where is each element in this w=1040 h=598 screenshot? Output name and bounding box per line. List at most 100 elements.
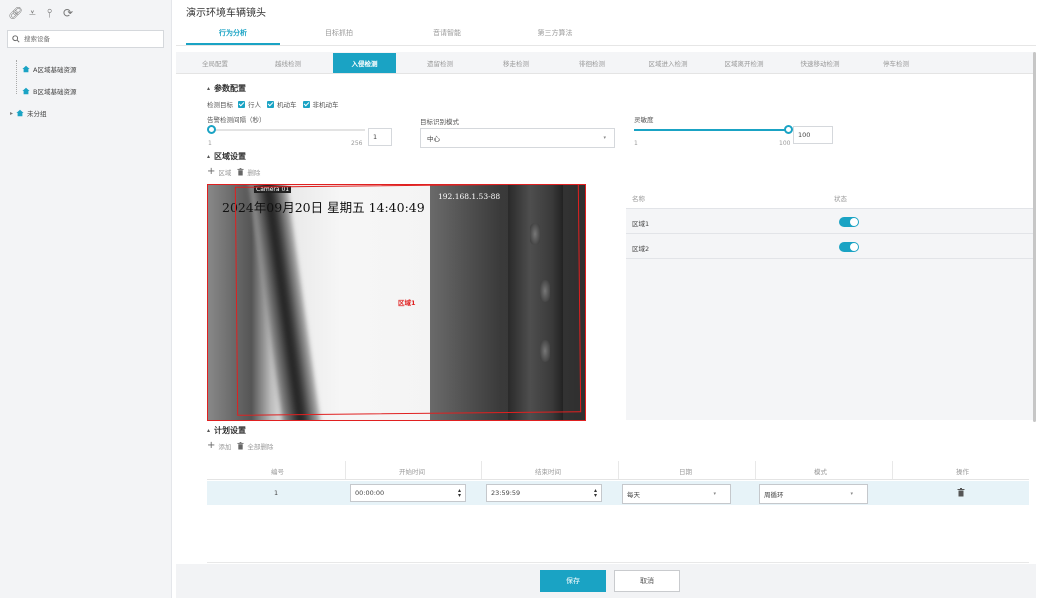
schedule-index: 1 <box>274 489 279 497</box>
delete-row-trash-icon[interactable] <box>957 488 965 497</box>
link-icon[interactable]: 🔗︎ <box>8 6 23 20</box>
params-section-title[interactable]: ▴ 参数配置 <box>207 83 246 94</box>
time-spinner-icon[interactable]: ▴ ▾ <box>458 488 461 499</box>
section-title-text: 计划设置 <box>214 426 247 435</box>
device-sidebar: 🔗︎ ⩡ ⫯ ⟳ A区域基础资源 B区域基础资源 ▸ 未分组 <box>0 0 172 598</box>
alarm-interval-input[interactable]: 1 <box>368 128 392 146</box>
collapse-triangle-icon[interactable]: ▴ <box>207 427 210 434</box>
tab-target-capture[interactable]: 目标抓拍 <box>292 28 386 44</box>
start-time-value: 00:00:00 <box>355 489 385 497</box>
start-time-input[interactable]: 00:00:00 ▴ ▾ <box>350 484 466 502</box>
device-search-box[interactable] <box>7 30 164 48</box>
scrollbar[interactable] <box>1033 52 1036 422</box>
zone-status-header: 状态 <box>834 195 847 203</box>
target-motor-vehicle-label: 机动车 <box>277 101 297 109</box>
sensitivity-input[interactable]: 100 <box>793 126 833 144</box>
col-date-header: 日期 <box>679 468 692 476</box>
column-divider <box>481 461 482 479</box>
tab-third-party-algorithm[interactable]: 第三方算法 <box>508 28 602 44</box>
tab-behavior-analysis[interactable]: 行为分析 <box>186 28 280 44</box>
checkbox-pedestrian[interactable] <box>238 100 245 108</box>
date-select-value: 每天 <box>627 491 640 499</box>
subtab-object-removed[interactable]: 移走检测 <box>484 53 548 73</box>
end-time-input[interactable]: 23:59:59 ▴ ▾ <box>486 484 602 502</box>
home-icon <box>22 87 30 95</box>
checkbox-motor-vehicle[interactable] <box>267 100 274 108</box>
add-schedule-button[interactable]: 添加 <box>218 441 231 451</box>
add-region-button[interactable]: 区域 <box>218 167 231 177</box>
sensitivity-label: 灵敏度 <box>634 116 654 124</box>
sensitivity-slider[interactable] <box>634 125 793 134</box>
tree-item-a-region[interactable]: A区域基础资源 <box>22 63 76 75</box>
subtab-loitering[interactable]: 徘徊检测 <box>560 53 624 73</box>
region-actions: + 区域 删除 <box>207 166 260 177</box>
tab-audio-intelligence[interactable]: 音请智能 <box>400 28 494 44</box>
time-spinner-icon[interactable]: ▴ ▾ <box>594 488 597 499</box>
zone-row-1[interactable]: 区域1 <box>626 210 1034 234</box>
trash-icon[interactable] <box>237 441 244 450</box>
plus-icon[interactable]: + <box>207 166 215 177</box>
cancel-button[interactable]: 取消 <box>614 570 680 592</box>
refresh-icon[interactable]: ⟳ <box>63 6 73 20</box>
tree-item-label: A区域基础资源 <box>33 66 77 74</box>
column-divider <box>755 461 756 479</box>
save-button[interactable]: 保存 <box>540 570 606 592</box>
date-select[interactable]: 每天 ▾ <box>622 484 731 504</box>
trash-icon[interactable] <box>237 167 244 176</box>
mode-select-value: 周循环 <box>764 491 784 499</box>
zone-1-status-toggle[interactable] <box>839 217 859 227</box>
subtab-global-config[interactable]: 全局配置 <box>184 53 246 73</box>
filter-icon[interactable]: ⩡ <box>29 6 36 20</box>
subtab-left-object[interactable]: 遗留检测 <box>408 53 472 73</box>
collapse-triangle-icon[interactable]: ▴ <box>207 153 210 160</box>
org-tree-icon[interactable]: ⫯ <box>47 6 52 20</box>
subtab-region-exit[interactable]: 区域离开检测 <box>712 53 776 73</box>
recognition-mode-select[interactable]: 中心 ▾ <box>420 128 615 148</box>
alarm-interval-slider[interactable] <box>207 125 365 134</box>
collapse-triangle-icon[interactable]: ▴ <box>207 85 210 92</box>
col-mode-header: 模式 <box>814 468 827 476</box>
region-section-title[interactable]: ▴ 区域设置 <box>207 151 246 162</box>
subtab-fast-moving[interactable]: 快速移动检测 <box>788 53 852 73</box>
device-search-input[interactable] <box>24 35 154 43</box>
sensitivity-handle[interactable] <box>784 125 793 134</box>
tree-item-ungrouped[interactable]: ▸ 未分组 <box>10 107 47 119</box>
plus-icon[interactable]: + <box>207 440 215 451</box>
schedule-row[interactable]: 1 00:00:00 ▴ ▾ 23:59:59 ▴ ▾ 每天 ▾ 周循环 ▾ <box>207 481 1029 505</box>
tree-item-label: 未分组 <box>27 110 47 118</box>
col-start-header: 开始时间 <box>399 468 425 476</box>
end-time-value: 23:59:59 <box>491 489 521 497</box>
checkbox-non-motor-vehicle[interactable] <box>302 100 310 108</box>
subtab-parking[interactable]: 停车检测 <box>864 53 928 73</box>
schedule-bottom-line <box>207 562 1029 563</box>
tree-item-label: B区域基础资源 <box>33 88 77 96</box>
chevron-right-icon[interactable]: ▸ <box>10 110 13 117</box>
video-preview[interactable]: Camera 01 2024年09月20日 星期五 14:40:49 192.1… <box>207 184 586 421</box>
subtab-intrusion[interactable]: 入侵检测 <box>333 53 396 73</box>
subtab-line-crossing[interactable]: 越线检测 <box>256 53 320 73</box>
delete-region-button[interactable]: 删除 <box>247 167 260 177</box>
zone-2-status-toggle[interactable] <box>839 242 859 252</box>
recognition-mode-value: 中心 <box>427 135 440 143</box>
tabs-divider <box>176 45 1036 46</box>
col-end-header: 结束时间 <box>535 468 561 476</box>
home-icon <box>22 65 30 73</box>
col-index-header: 编号 <box>271 468 284 476</box>
zone-table-header: 名称 状态 <box>626 185 1034 209</box>
column-divider <box>892 461 893 479</box>
detect-target-row: 检测目标 行人 机动车 非机动车 <box>207 99 339 109</box>
chevron-down-icon: ▾ <box>603 135 606 141</box>
schedule-section-title[interactable]: ▴ 计划设置 <box>207 425 246 436</box>
tree-item-b-region[interactable]: B区域基础资源 <box>22 85 76 97</box>
mode-select[interactable]: 周循环 ▾ <box>759 484 868 504</box>
chevron-down-icon: ▾ <box>850 491 853 497</box>
zone-table: 名称 状态 区域1 区域2 <box>626 185 1034 420</box>
column-divider <box>618 461 619 479</box>
subtab-region-entry[interactable]: 区域进入检测 <box>636 53 700 73</box>
zone-row-2[interactable]: 区域2 <box>626 235 1034 259</box>
sensitivity-fill <box>634 129 788 131</box>
alarm-max-label: 256 <box>351 140 363 147</box>
delete-all-schedule-button[interactable]: 全部删除 <box>247 441 273 451</box>
alarm-interval-handle[interactable] <box>207 125 216 134</box>
col-action-header: 操作 <box>956 468 969 476</box>
